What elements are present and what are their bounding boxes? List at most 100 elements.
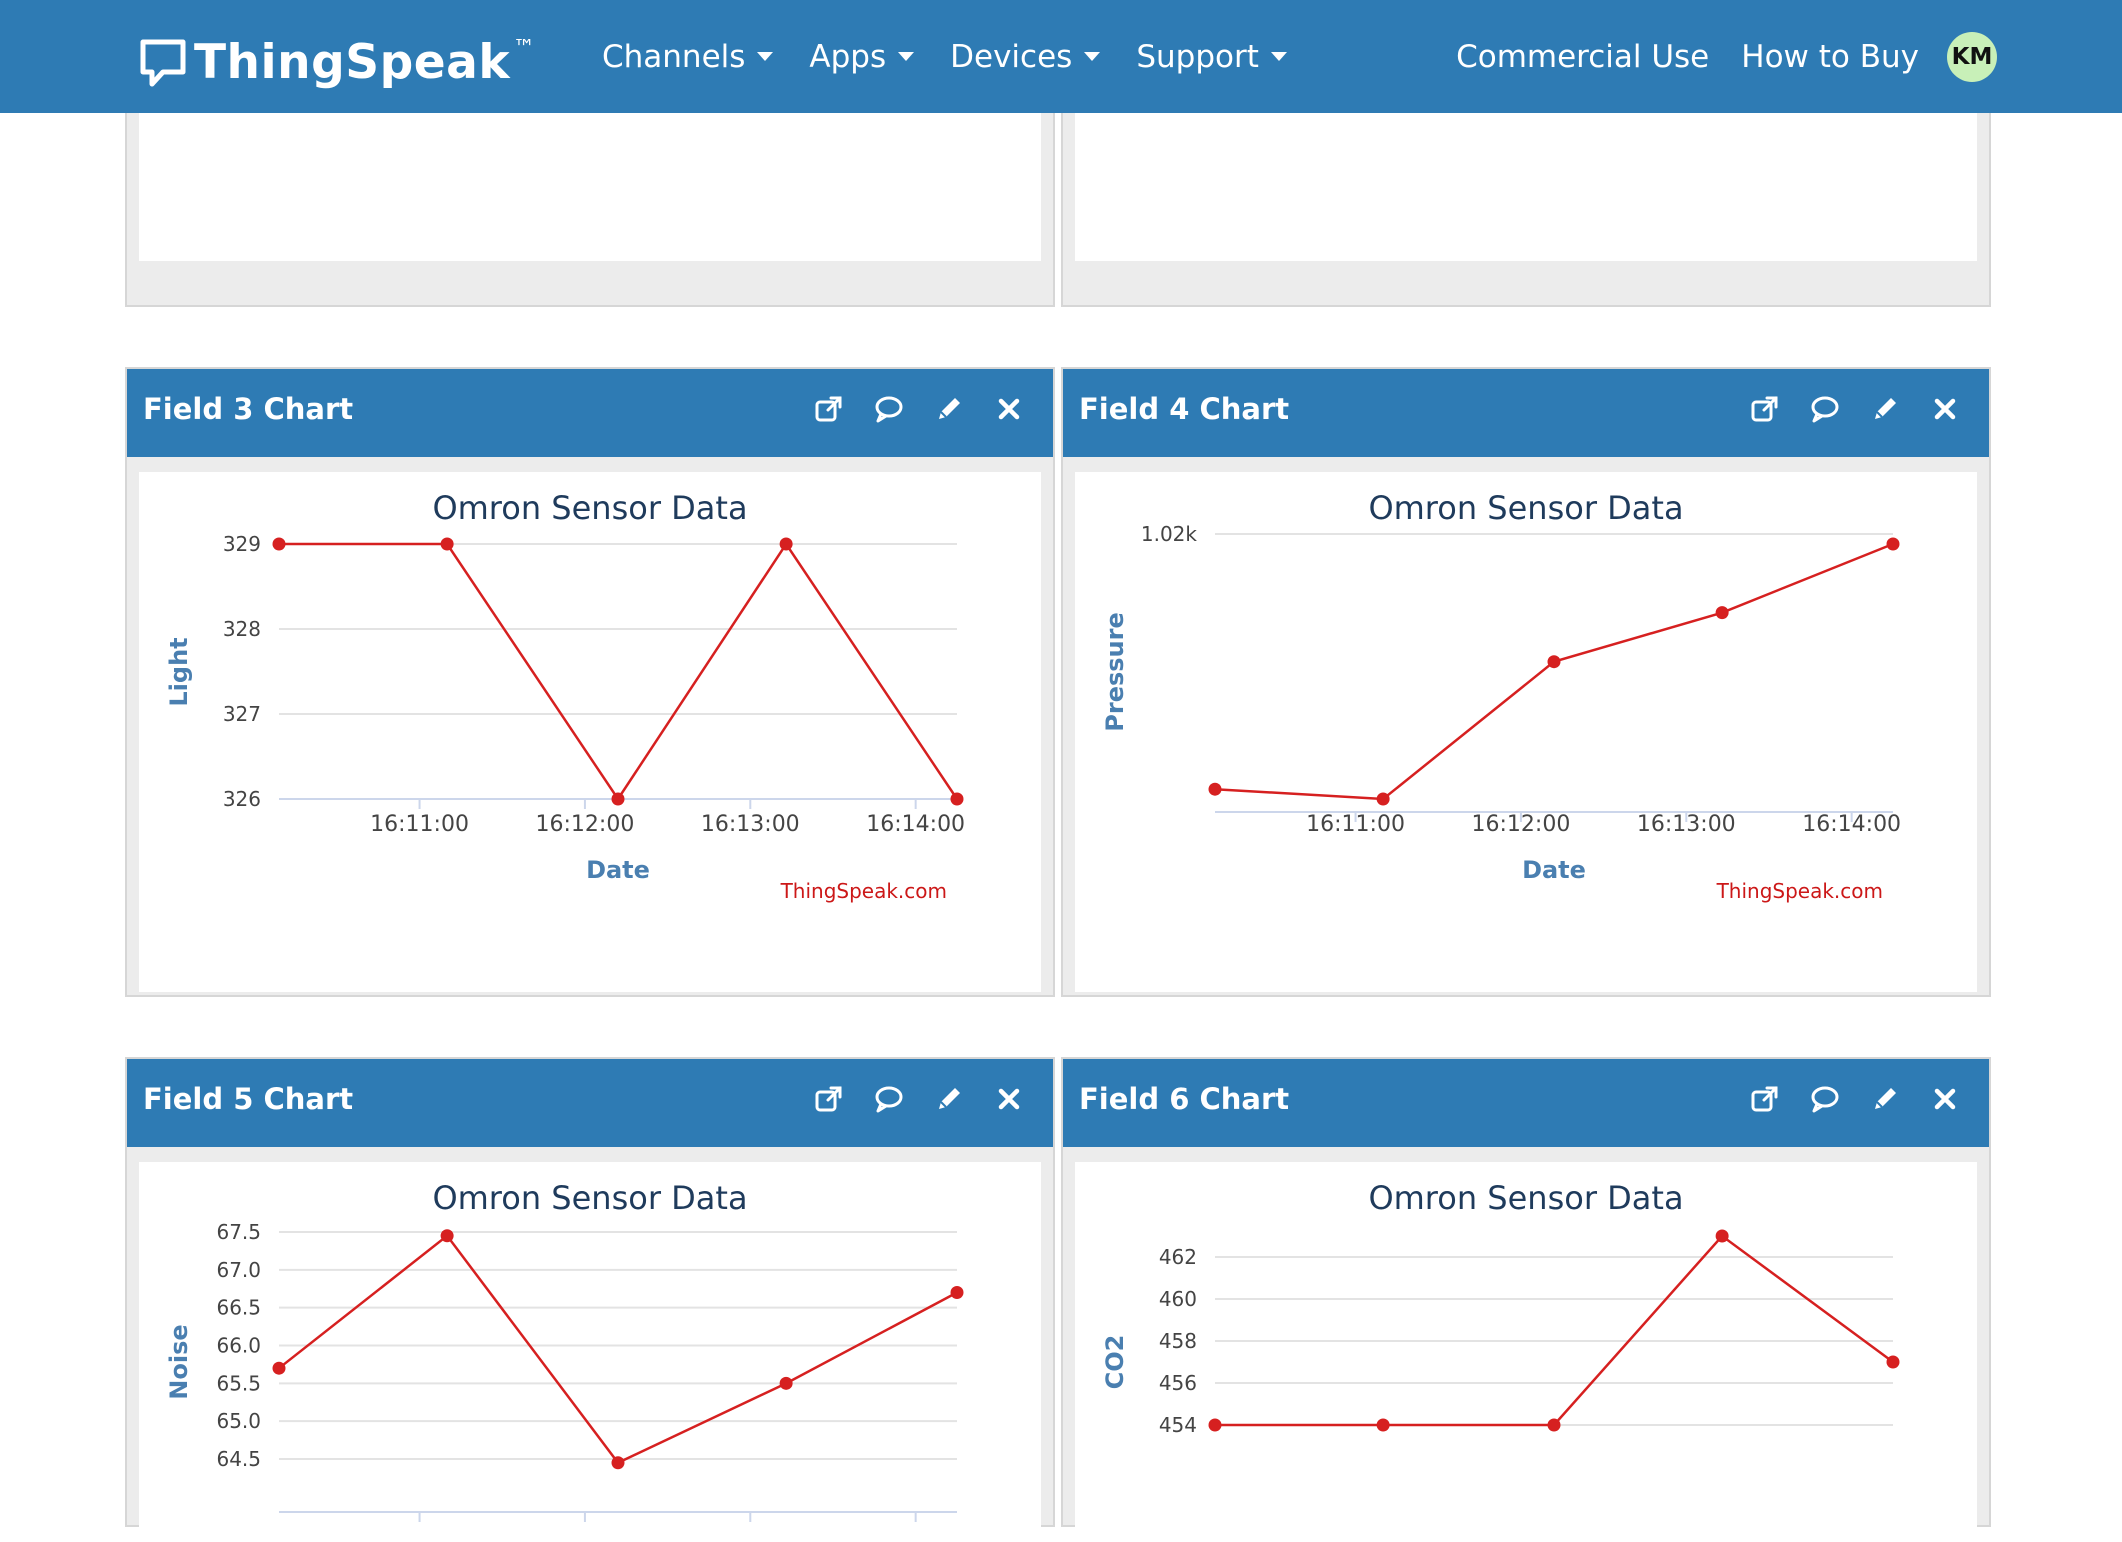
thingspeak-logo[interactable]: ThingSpeak ™	[138, 32, 535, 92]
thingspeak-credit-link[interactable]: ThingSpeak.com	[780, 879, 947, 903]
pencil-icon[interactable]	[1867, 391, 1903, 427]
series-line	[279, 541, 959, 802]
data-point[interactable]	[1376, 1418, 1390, 1432]
panel-title: Field 6 Chart	[1079, 1082, 1290, 1116]
panel-header: Field 4 Chart	[1063, 369, 1989, 457]
data-point[interactable]	[1376, 792, 1390, 806]
data-point[interactable]	[440, 537, 454, 551]
panel-title: Field 3 Chart	[143, 392, 354, 426]
data-point[interactable]	[611, 1456, 625, 1470]
comment-icon[interactable]	[1807, 391, 1843, 427]
top-navbar: ThingSpeak ™ Channels Apps Devices Suppo…	[0, 0, 2122, 113]
data-point[interactable]	[1886, 537, 1900, 551]
comment-icon[interactable]	[871, 391, 907, 427]
data-point[interactable]	[779, 1376, 793, 1390]
y-tick-label: 458	[1159, 1329, 1197, 1353]
series-line	[1214, 542, 1894, 801]
data-point[interactable]	[1547, 655, 1561, 669]
y-tick-label: 327	[223, 702, 261, 726]
comment-icon[interactable]	[1807, 1081, 1843, 1117]
chevron-down-icon	[898, 52, 915, 61]
close-icon[interactable]	[1927, 1081, 1963, 1117]
panel-header: Field 3 Chart	[127, 369, 1053, 457]
x-tick-label: 16:13:00	[1637, 812, 1736, 837]
close-icon[interactable]	[1927, 391, 1963, 427]
y-axis-label: Light	[165, 637, 193, 706]
y-tick-label: 66.5	[216, 1296, 261, 1320]
y-tick-label: 1.02k	[1141, 522, 1198, 546]
data-point[interactable]	[1547, 1418, 1561, 1432]
chart-area: Omron Sensor Data 326 327 328 329 16:11:00 16:…	[139, 472, 1041, 992]
data-point[interactable]	[779, 537, 793, 551]
chart-title: Omron Sensor Data	[432, 489, 747, 527]
y-tick-label: 67.0	[216, 1258, 261, 1282]
chart-area: Omron Sensor Data 454 456 458 460 462 CO2	[1075, 1162, 1977, 1542]
x-tick-label: 16:11:00	[370, 812, 469, 837]
chevron-down-icon	[757, 52, 774, 61]
line-chart: Omron Sensor Data 326 327 328 329 16:11:00 16:…	[165, 489, 965, 903]
menu-channels[interactable]: Channels	[602, 38, 774, 75]
menu-apps-label: Apps	[809, 38, 887, 75]
commercial-use-link[interactable]: Commercial Use	[1456, 39, 1709, 75]
pencil-icon[interactable]	[931, 391, 967, 427]
data-point[interactable]	[1715, 606, 1729, 620]
chevron-down-icon	[1270, 52, 1287, 61]
x-tick-label: 16:12:00	[1472, 812, 1571, 837]
nav-right: Commercial Use How to Buy KM	[1424, 0, 1997, 113]
chevron-down-icon	[1084, 52, 1101, 61]
close-icon[interactable]	[991, 391, 1027, 427]
menu-devices[interactable]: Devices	[950, 39, 1101, 75]
data-point[interactable]	[1208, 1418, 1222, 1432]
pencil-icon[interactable]	[931, 1081, 967, 1117]
menu-support-label: Support	[1136, 38, 1259, 75]
x-axis-label: Date	[1522, 856, 1586, 884]
data-point[interactable]	[1886, 1355, 1900, 1369]
line-chart: Omron Sensor Data 1.02k 16:11:00 16:12:00 16…	[1101, 489, 1901, 903]
data-point[interactable]	[1208, 782, 1222, 796]
y-tick-label: 67.5	[216, 1220, 261, 1244]
data-point[interactable]	[272, 537, 286, 551]
menu-apps[interactable]: Apps	[809, 38, 915, 75]
external-link-icon[interactable]	[811, 391, 847, 427]
user-avatar[interactable]: KM	[1947, 31, 1997, 82]
chart-area: Omron Sensor Data 1.02k 16:11:00 16:12:00 16…	[1075, 472, 1977, 992]
data-point[interactable]	[440, 1229, 454, 1243]
x-tick-label: 16:11:00	[1306, 812, 1405, 837]
comment-icon[interactable]	[871, 1081, 907, 1117]
external-link-icon[interactable]	[1747, 391, 1783, 427]
y-tick-label: 456	[1159, 1371, 1197, 1395]
y-tick-label: 454	[1159, 1413, 1197, 1437]
panel-tools	[1723, 391, 1963, 427]
pencil-icon[interactable]	[1867, 1081, 1903, 1117]
chart-title: Omron Sensor Data	[1368, 1179, 1683, 1217]
y-tick-label: 66.0	[216, 1334, 261, 1358]
menu-channels-label: Channels	[602, 38, 746, 75]
close-icon[interactable]	[991, 1081, 1027, 1117]
menu-support[interactable]: Support	[1136, 39, 1287, 75]
external-link-icon[interactable]	[811, 1081, 847, 1117]
panel-title: Field 4 Chart	[1079, 392, 1290, 426]
chat-bubble-logo-icon	[140, 39, 186, 87]
panel-title: Field 5 Chart	[143, 1082, 354, 1116]
field-4-chart-panel: Field 4 Chart Omron Sensor Data 1.02k 16:1…	[1061, 367, 1991, 997]
x-tick-label: 16:12:00	[536, 812, 635, 837]
thingspeak-credit-link[interactable]: ThingSpeak.com	[1716, 879, 1883, 903]
logo-trademark: ™	[513, 35, 536, 61]
panel-header: Field 5 Chart	[127, 1059, 1053, 1147]
y-axis-label: Pressure	[1101, 612, 1129, 731]
data-point[interactable]	[1715, 1229, 1729, 1243]
x-tick-label: 16:14:00	[866, 812, 965, 837]
data-point[interactable]	[950, 792, 964, 806]
external-link-icon[interactable]	[1747, 1081, 1783, 1117]
y-tick-label: 462	[1159, 1245, 1197, 1269]
y-tick-label: 326	[223, 787, 261, 811]
how-to-buy-link[interactable]: How to Buy	[1741, 39, 1919, 75]
y-tick-label: 64.5	[216, 1447, 261, 1471]
x-axis-label: Date	[586, 856, 650, 884]
data-point[interactable]	[950, 1286, 964, 1300]
data-point[interactable]	[611, 792, 625, 806]
data-point[interactable]	[272, 1361, 286, 1375]
field-3-chart-panel: Field 3 Chart Omron Sensor Data 326 327 328…	[125, 367, 1055, 997]
chart-area: Omron Sensor Data 64.5 65.0 65.5 66.0 66.5 67.…	[139, 1162, 1041, 1542]
panel-tools	[1723, 1081, 1963, 1117]
